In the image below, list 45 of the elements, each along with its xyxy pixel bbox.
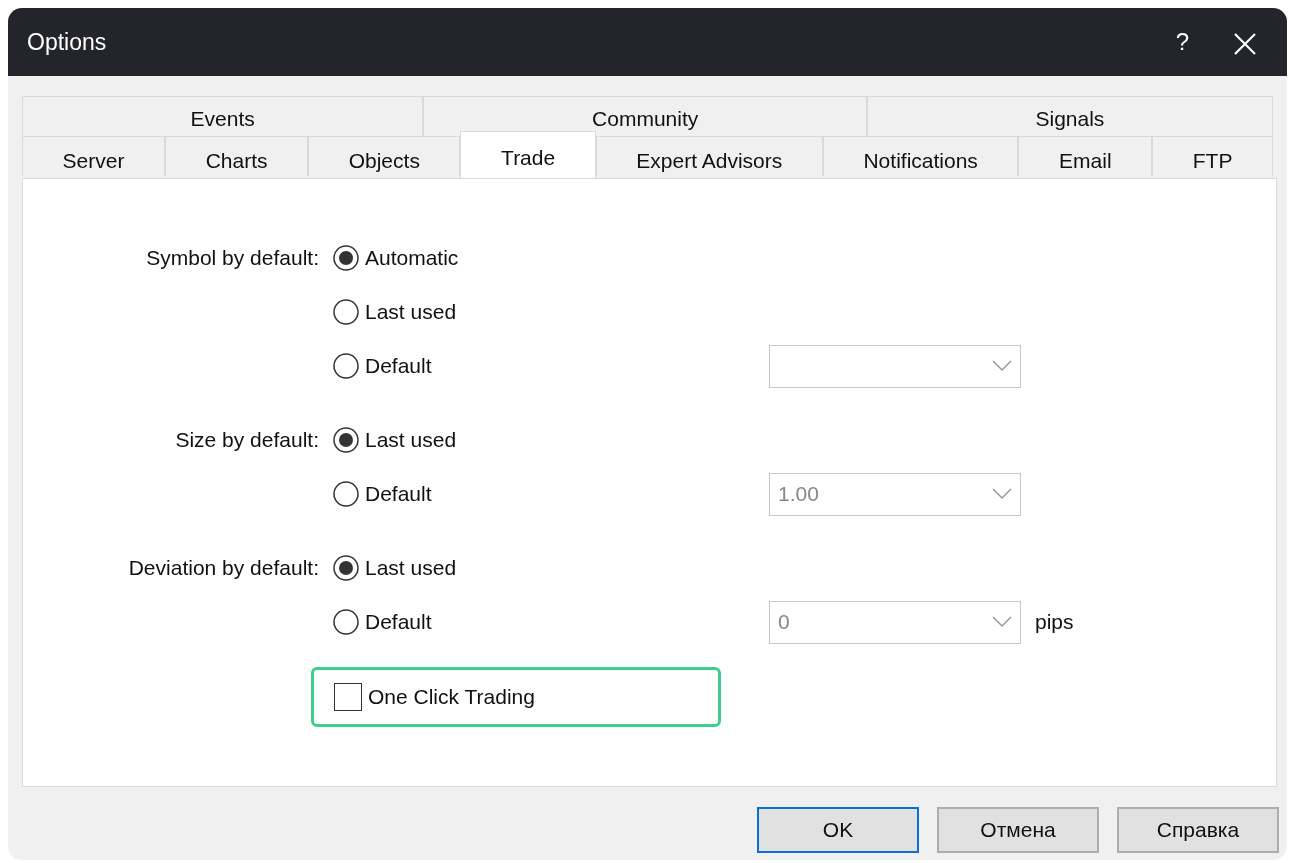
radio-button[interactable] (333, 299, 359, 325)
tab[interactable]: Server (22, 136, 166, 176)
tab[interactable]: FTP (1152, 136, 1273, 176)
chevron-down-icon (992, 488, 1012, 500)
dropdown-value: 1.00 (778, 481, 819, 508)
radio-button[interactable] (333, 427, 359, 453)
dropdown-field[interactable]: 1.00 (769, 472, 1021, 516)
tab[interactable]: Expert Advisors (595, 136, 823, 176)
radio-button[interactable] (333, 609, 359, 635)
radio-label: Automatic (365, 245, 459, 272)
field-label: Deviation by default: (127, 555, 319, 582)
dialog-button[interactable]: OK (757, 807, 919, 853)
radio-button[interactable] (333, 555, 359, 581)
dropdown-value: 0 (778, 609, 790, 636)
radio-label: Default (365, 353, 432, 380)
dialog-button[interactable]: Справка (1117, 807, 1279, 853)
tab[interactable]: Trade (460, 131, 596, 178)
radio-button[interactable] (333, 245, 359, 271)
tab[interactable]: Charts (165, 136, 309, 176)
tab[interactable]: Notifications (822, 136, 1019, 176)
tab[interactable]: Objects (308, 136, 461, 176)
checkbox-label: One Click Trading (368, 684, 535, 711)
checkbox[interactable] (334, 683, 362, 711)
radio-label: Last used (365, 299, 457, 326)
tab[interactable]: Signals (866, 96, 1273, 136)
tab[interactable]: Community (423, 96, 867, 136)
field-label: Symbol by default: (145, 245, 319, 272)
radio-label: Default (365, 481, 432, 508)
radio-label: Default (365, 609, 432, 636)
radio-button[interactable] (333, 481, 359, 507)
dropdown-field[interactable] (769, 344, 1021, 388)
close-icon[interactable] (1233, 31, 1257, 56)
unit-label: pips (1035, 609, 1075, 636)
field-label: Size by default: (174, 427, 319, 454)
radio-label: Last used (365, 555, 457, 582)
chevron-down-icon (992, 360, 1012, 372)
help-button[interactable]: ? (1165, 24, 1199, 60)
chevron-down-icon (992, 616, 1012, 628)
tab[interactable]: Events (22, 96, 424, 136)
window-title: Options (27, 27, 107, 57)
dropdown-field[interactable]: 0 (769, 600, 1021, 644)
radio-button[interactable] (333, 353, 359, 379)
tab[interactable]: Email (1018, 136, 1153, 176)
radio-label: Last used (365, 427, 457, 454)
dialog-button[interactable]: Отмена (937, 807, 1099, 853)
